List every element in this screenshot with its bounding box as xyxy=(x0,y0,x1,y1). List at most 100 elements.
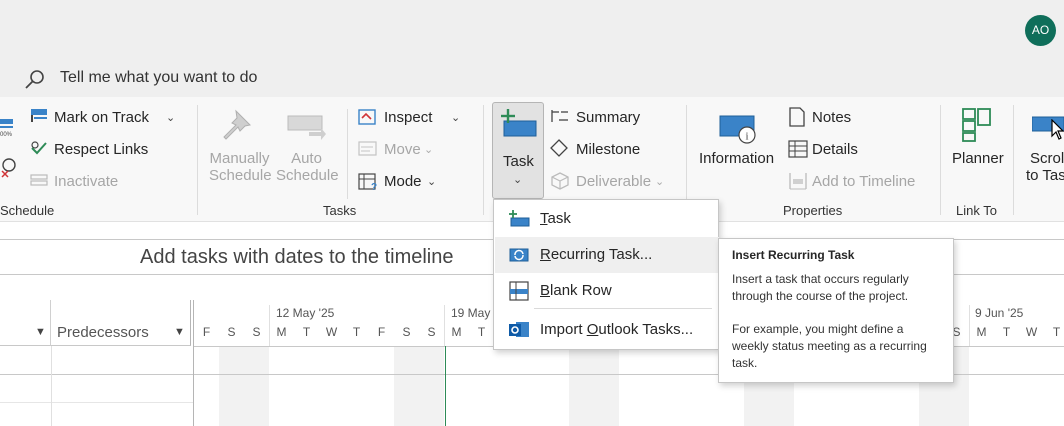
tooltip-description: Insert a task that occurs regularly thro… xyxy=(732,272,909,303)
mark-on-track-dropdown-icon[interactable]: ⌄ xyxy=(166,111,175,124)
day-label: S xyxy=(402,325,411,339)
menu-item-import-outlook-tasks[interactable]: Import Outlook Tasks... xyxy=(495,312,719,348)
planner-icon xyxy=(962,108,991,142)
properties-group-label: Properties xyxy=(783,203,843,218)
task-dropdown-icon[interactable]: ⌄ xyxy=(513,173,522,186)
inspect-icon xyxy=(358,109,376,125)
summary-icon xyxy=(551,110,568,122)
current-date-line xyxy=(445,346,446,426)
inspect-dropdown-icon[interactable]: ⌄ xyxy=(451,111,460,124)
day-label: M xyxy=(451,325,462,339)
day-label: T xyxy=(352,325,361,339)
deliverable-button[interactable]: Deliverable xyxy=(576,173,651,190)
task-icon xyxy=(501,109,537,137)
move-button[interactable]: Move xyxy=(384,141,421,158)
week-label: 9 Jun '25 xyxy=(975,306,1024,320)
menu-separator xyxy=(534,308,712,309)
insert-task-button[interactable]: Task ⌄ xyxy=(492,102,544,199)
group-divider xyxy=(940,105,941,215)
svg-text:00%: 00% xyxy=(0,132,13,137)
column-header[interactable]: ▼ xyxy=(0,300,51,346)
predecessors-column-header[interactable]: Predecessors ▼ xyxy=(51,300,191,346)
mark-on-track-button[interactable]: Mark on Track xyxy=(54,109,149,126)
milestone-button[interactable]: Milestone xyxy=(576,141,640,158)
pushpin-icon xyxy=(223,109,252,140)
move-dropdown-icon[interactable]: ⌄ xyxy=(424,143,433,156)
weekend-shade xyxy=(569,346,619,426)
menu-item-recurring-task[interactable]: Recurring Task... xyxy=(495,237,719,273)
notes-button[interactable]: Notes xyxy=(812,109,851,126)
task-button-label: Task xyxy=(503,153,534,170)
day-label: W xyxy=(325,325,338,339)
move-icon xyxy=(358,141,377,156)
mode-button[interactable]: Mode xyxy=(384,173,422,190)
auto-schedule-button[interactable]: Auto Schedule xyxy=(276,150,339,184)
predecessors-filter-icon[interactable]: ▼ xyxy=(174,326,185,338)
day-label: T xyxy=(477,325,486,339)
deliverable-dropdown-icon[interactable]: ⌄ xyxy=(655,175,664,188)
weekend-shade xyxy=(219,346,269,426)
milestone-icon xyxy=(550,139,568,157)
schedule-group-label: Schedule xyxy=(0,203,55,218)
day-label: T xyxy=(1052,325,1061,339)
svg-text:?: ? xyxy=(371,182,377,191)
title-bar: AO Tell me what you want to do xyxy=(0,0,1064,97)
blank-row-icon xyxy=(509,281,529,301)
day-label: F xyxy=(377,325,386,339)
week-label: 12 May '25 xyxy=(276,306,335,320)
menu-item-blank-row[interactable]: Blank Row xyxy=(495,273,719,309)
link-to-group-label: Link To xyxy=(956,203,997,218)
grid-row-divider xyxy=(0,402,193,403)
group-divider xyxy=(1013,105,1014,215)
details-icon xyxy=(788,140,808,158)
weekend-shade xyxy=(394,346,444,426)
percent-complete-icon[interactable]: 00% xyxy=(0,117,14,137)
planner-button[interactable]: Planner xyxy=(952,150,1004,167)
manually-schedule-button[interactable]: Manually Schedule xyxy=(209,150,272,184)
mode-dropdown-icon[interactable]: ⌄ xyxy=(427,175,436,188)
outlook-icon xyxy=(509,322,529,337)
menu-item-task[interactable]: Task xyxy=(495,201,719,237)
split-task-icon[interactable] xyxy=(0,155,20,179)
auto-schedule-icon xyxy=(287,115,326,140)
day-label: S xyxy=(252,325,261,339)
recurring-task-icon xyxy=(509,248,529,262)
column-filter-icon[interactable]: ▼ xyxy=(35,326,46,338)
day-label: M xyxy=(976,325,987,339)
summary-button[interactable]: Summary xyxy=(576,109,640,126)
inactivate-button[interactable]: Inactivate xyxy=(54,173,118,190)
mark-on-track-icon xyxy=(31,109,47,122)
scroll-to-task-button[interactable]: Scrollto Task xyxy=(1026,150,1064,184)
tooltip-title: Insert Recurring Task xyxy=(732,248,855,262)
information-icon: i xyxy=(719,115,756,144)
add-to-timeline-button[interactable]: Add to Timeline xyxy=(812,173,915,190)
group-divider xyxy=(483,105,484,215)
task-dropdown-menu: Task Recurring Task... Blank Row Import … xyxy=(493,199,719,350)
inspect-button[interactable]: Inspect xyxy=(384,109,432,126)
information-button[interactable]: Information xyxy=(699,150,774,167)
respect-links-button[interactable]: Respect Links xyxy=(54,141,148,158)
svg-text:i: i xyxy=(746,131,749,143)
timeline-placeholder: Add tasks with dates to the timeline xyxy=(140,246,454,268)
day-label: F xyxy=(202,325,211,339)
details-button[interactable]: Details xyxy=(812,141,858,158)
user-avatar[interactable]: AO xyxy=(1025,15,1056,46)
day-label: S xyxy=(227,325,236,339)
inactivate-icon xyxy=(30,174,48,186)
day-label: T xyxy=(302,325,311,339)
day-label: M xyxy=(276,325,287,339)
menu-item-label: Blank Row xyxy=(540,282,612,299)
day-label: S xyxy=(427,325,436,339)
menu-item-label: Import Outlook Tasks... xyxy=(540,321,694,338)
tell-me-search-input[interactable]: Tell me what you want to do xyxy=(60,69,257,87)
tasks-group-label: Tasks xyxy=(323,203,357,218)
deliverable-icon xyxy=(551,172,569,190)
notes-icon xyxy=(789,107,805,127)
group-divider xyxy=(347,109,348,199)
menu-item-label: Recurring Task... xyxy=(540,246,653,263)
day-label: T xyxy=(1002,325,1011,339)
search-icon[interactable] xyxy=(24,68,46,90)
grid-row-divider xyxy=(0,374,193,375)
mode-icon: ? xyxy=(358,173,377,191)
task-icon xyxy=(509,210,530,227)
